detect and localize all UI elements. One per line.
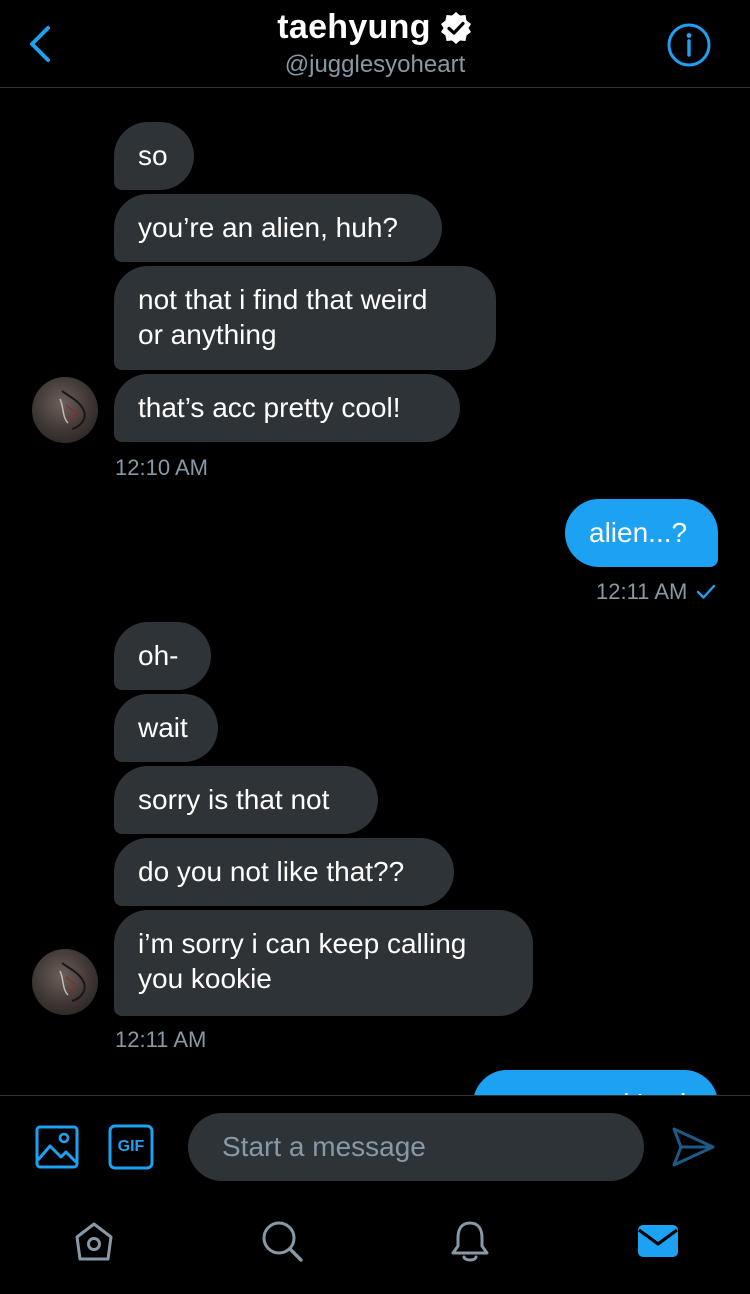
contact-name: taehyung — [277, 8, 431, 46]
contact-handle: @jugglesyoheart — [284, 51, 466, 78]
incoming-message[interactable]: do you not like that?? — [114, 838, 454, 906]
outgoing-message[interactable]: alien...? — [565, 499, 718, 567]
info-icon — [667, 23, 711, 67]
conversation-info-button[interactable] — [666, 22, 712, 68]
incoming-message[interactable]: so — [114, 122, 194, 190]
message-input[interactable] — [188, 1113, 644, 1181]
outgoing-message[interactable]: it's ok — [473, 1070, 718, 1095]
incoming-message[interactable]: sorry is that not — [114, 766, 378, 834]
conversation-header: taehyung @jugglesyoheart — [0, 0, 750, 88]
incoming-message[interactable]: oh- — [114, 622, 211, 690]
incoming-message[interactable]: wait — [114, 694, 218, 762]
add-gif-button[interactable]: GIF — [108, 1124, 154, 1170]
messages-icon — [638, 1225, 678, 1257]
message-thread[interactable]: so you’re an alien, huh? not that i find… — [0, 89, 750, 1095]
bottom-tab-bar — [0, 1195, 750, 1294]
add-photo-button[interactable] — [34, 1124, 80, 1170]
send-button[interactable] — [670, 1124, 716, 1170]
image-icon — [35, 1125, 79, 1169]
message-timestamp: 12:11 AM — [596, 579, 688, 604]
tab-notifications[interactable] — [448, 1219, 492, 1263]
avatar[interactable] — [32, 377, 98, 443]
checkmark-icon — [696, 584, 716, 599]
verified-badge-icon — [440, 11, 471, 44]
message-timestamp: 12:11 AM — [115, 1027, 207, 1052]
message-timestamp: 12:10 AM — [115, 455, 208, 480]
incoming-message[interactable]: that’s acc pretty cool! — [114, 374, 460, 442]
avatar-image — [59, 390, 86, 430]
gif-label: GIF — [117, 1138, 145, 1155]
home-icon — [75, 1222, 113, 1261]
tab-messages[interactable] — [636, 1219, 680, 1263]
send-icon — [672, 1127, 715, 1167]
compose-bar: GIF — [0, 1095, 750, 1195]
header-title-block[interactable]: taehyung @jugglesyoheart — [0, 8, 750, 79]
incoming-message[interactable]: not that i find that weird or anything — [114, 266, 496, 370]
incoming-message[interactable]: i’m sorry i can keep calling you kookie — [114, 910, 533, 1016]
search-icon — [262, 1221, 303, 1262]
incoming-message[interactable]: you’re an alien, huh? — [114, 194, 442, 262]
avatar-image — [59, 962, 86, 1002]
tab-home[interactable] — [72, 1219, 116, 1263]
notifications-icon — [451, 1221, 489, 1262]
avatar[interactable] — [32, 949, 98, 1015]
tab-search[interactable] — [260, 1219, 304, 1263]
